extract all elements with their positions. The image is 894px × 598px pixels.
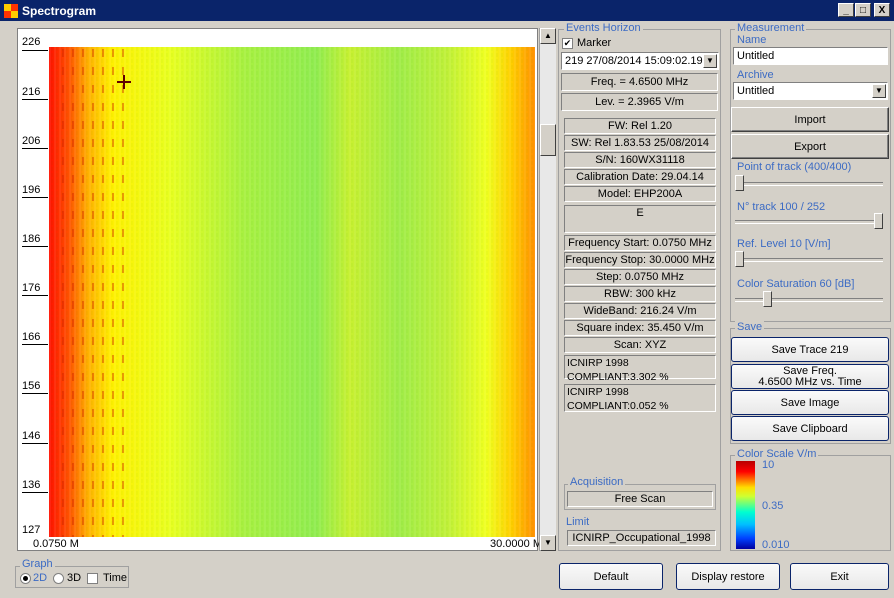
color-scale-bar [736,461,755,549]
sw-info: SW: Rel 1.83.53 25/08/2014 [564,135,716,151]
app-icon [4,3,18,18]
exit-button[interactable]: Exit [790,563,889,590]
event-select-value: 219 27/08/2014 15:09:02.19 [565,55,703,67]
x-axis-end-label: 30.0000 M [490,538,542,550]
radio-3d[interactable] [53,573,64,584]
wideband-info: WideBand: 216.24 V/m [564,303,716,319]
save-label: Save [735,321,765,333]
color-saturation-slider[interactable] [735,291,883,315]
export-button[interactable]: Export [731,134,889,159]
n-track-slider[interactable] [735,213,883,237]
step-info: Step: 0.0750 MHz [564,269,716,285]
icnirp-compliance-1: ICNIRP 1998 COMPLIANT:3.302 % [564,355,716,383]
close-button[interactable]: X [874,3,890,17]
y-tick-label: 226 [22,36,41,48]
graph-label: Graph [20,558,55,570]
maximize-button[interactable]: □ [855,3,871,17]
chevron-down-icon[interactable]: ▼ [703,54,717,68]
color-scale-bottom: 0.010 [762,539,790,551]
chevron-down-icon[interactable]: ▼ [872,84,886,98]
scroll-down-icon[interactable]: ▼ [540,535,556,551]
name-input[interactable]: Untitled [733,47,888,65]
e-label: E [636,207,644,219]
square-index-info: Square index: 35.450 V/m [564,320,716,336]
scroll-up-icon[interactable]: ▲ [540,28,556,44]
spectrogram-image[interactable] [49,47,535,537]
y-tick-label: 146 [22,430,41,442]
save-freq-button[interactable]: Save Freq. 4.6500 MHz vs. Time [731,364,889,389]
title-bar: Spectrogram _ □ X [0,0,894,21]
point-of-track-label: Point of track (400/400) [735,161,854,173]
save-image-button[interactable]: Save Image [731,390,889,415]
y-tick-label: 127 [22,524,41,536]
slider-thumb[interactable] [874,213,883,229]
name-label: Name [735,34,769,46]
save-freq-line2: 4.6500 MHz vs. Time [758,375,862,388]
slider-thumb[interactable] [735,251,744,267]
time-checkbox[interactable] [87,573,98,584]
event-select[interactable]: 219 27/08/2014 15:09:02.19 ▼ [561,52,719,70]
import-button[interactable]: Import [731,107,889,132]
radio-3d-label: 3D [67,572,82,584]
radio-2d-label: 2D [33,572,48,584]
color-scale-top: 10 [762,459,775,471]
default-button[interactable]: Default [559,563,663,590]
icnirp-compliance-2: ICNIRP 1998 COMPLIANT:0.052 % [564,384,716,412]
vertical-scrollbar[interactable]: ▲ ▼ [539,28,556,551]
ref-level-label: Ref. Level 10 [V/m] [735,238,833,250]
scan-info: Scan: XYZ [564,337,716,353]
color-scale-label: Color Scale V/m [735,448,819,460]
y-tick-label: 136 [22,479,41,491]
fw-info: FW: Rel 1.20 [564,118,716,134]
minimize-button[interactable]: _ [838,3,854,17]
y-tick-label: 216 [22,86,41,98]
display-restore-button[interactable]: Display restore [676,563,780,590]
radio-2d[interactable] [20,573,31,584]
archive-select-value: Untitled [737,85,775,97]
y-tick-label: 186 [22,233,41,245]
save-clipboard-button[interactable]: Save Clipboard [731,416,889,441]
model-info: Model: EHP200A [564,186,716,202]
marker-checkbox[interactable]: ✔ [562,38,573,49]
acquisition-label: Acquisition [568,476,626,488]
events-horizon-label: Events Horizon [564,22,643,34]
freq-start-info: Frequency Start: 0.0750 MHz [564,235,716,251]
archive-label: Archive [735,69,776,81]
y-tick-label: 156 [22,380,41,392]
scroll-thumb[interactable] [540,124,556,156]
color-scale-mid: 0.35 [762,500,784,512]
save-freq-line1: Save Freq. [783,364,837,377]
ref-level-slider[interactable] [735,251,883,275]
y-tick-label: 166 [22,331,41,343]
freq-stop-info: Frequency Stop: 30.0000 MHz [564,252,716,268]
measurement-label: Measurement [735,22,807,34]
y-tick-label: 176 [22,282,41,294]
e-field: E [564,205,716,233]
time-label: Time [103,572,128,584]
acquisition-value: Free Scan [567,491,713,507]
y-tick-label: 206 [22,135,41,147]
calibration-info: Calibration Date: 29.04.14 [564,169,716,185]
slider-thumb[interactable] [762,291,772,307]
freq-readout: Freq. = 4.6500 MHz [561,73,718,91]
window-title: Spectrogram [22,3,97,18]
marker-label: Marker [577,37,612,49]
limit-label: Limit [564,516,592,528]
limit-value: ICNIRP_Occupational_1998 [567,530,716,546]
point-of-track-slider[interactable] [735,175,883,199]
y-tick-label: 196 [22,184,41,196]
rbw-info: RBW: 300 kHz [564,286,716,302]
archive-select[interactable]: Untitled ▼ [733,82,888,100]
color-saturation-label: Color Saturation 60 [dB] [735,278,857,290]
sn-info: S/N: 160WX31118 [564,152,716,168]
save-trace-button[interactable]: Save Trace 219 [731,337,889,362]
level-readout: Lev. = 2.3965 V/m [561,93,718,111]
x-axis-start-label: 0.0750 M [33,538,79,550]
n-track-label: N° track 100 / 252 [735,201,828,213]
slider-thumb[interactable] [735,175,744,191]
